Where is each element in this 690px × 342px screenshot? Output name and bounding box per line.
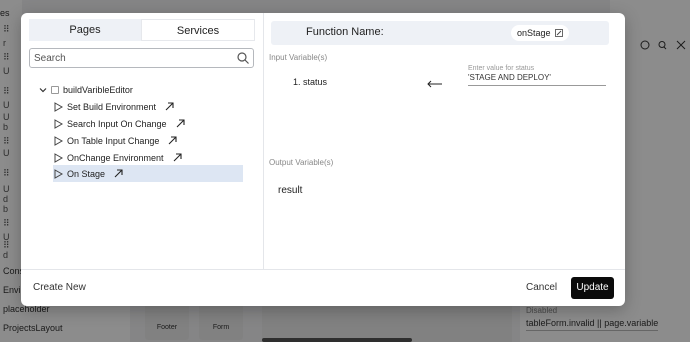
tree-root-label: buildVaribleEditor	[63, 85, 133, 95]
function-selector-modal: Pages Services buildVaribleEditor Set Bu…	[21, 13, 625, 306]
modal-footer: Create New Cancel Update	[21, 269, 625, 306]
cancel-button[interactable]: Cancel	[526, 282, 557, 293]
play-icon	[54, 101, 63, 112]
search-input[interactable]	[34, 50, 229, 66]
function-list-pane: Pages Services buildVaribleEditor Set Bu…	[21, 13, 264, 269]
arrow-up-right-icon[interactable]	[173, 153, 182, 162]
tree-item-label: On Stage	[67, 168, 106, 179]
input-variables-label: Input Variable(s)	[269, 53, 328, 62]
tree-item-label: Set Build Environment	[67, 101, 157, 112]
chevron-down-icon[interactable]	[39, 86, 47, 94]
tree-item-function[interactable]: OnChange Environment	[53, 149, 243, 166]
output-variable-value: result	[278, 185, 303, 196]
arrow-up-right-icon[interactable]	[176, 119, 185, 128]
function-details-pane: Function Name: onStage Input Variable(s)…	[264, 13, 625, 269]
create-new-button[interactable]: Create New	[33, 282, 86, 293]
tree-item-label: On Table Input Change	[67, 135, 160, 146]
input-variable-value-field[interactable]: Enter value for status 'STAGE AND DEPLOY…	[468, 65, 606, 86]
function-name-value: onStage	[517, 28, 551, 38]
play-icon	[54, 152, 63, 163]
search-box	[29, 48, 254, 68]
tab-pages[interactable]: Pages	[29, 19, 141, 41]
input-variable-name: 1. status	[293, 77, 328, 87]
function-name-label: Function Name:	[306, 26, 384, 38]
tree-item-function[interactable]: On Table Input Change	[53, 132, 243, 149]
tree-item-label: Search Input On Change	[67, 118, 167, 129]
module-icon	[51, 86, 59, 94]
tree-item-function-selected[interactable]: On Stage	[53, 165, 243, 182]
tab-services[interactable]: Services	[141, 19, 255, 41]
search-icon[interactable]	[236, 51, 250, 65]
function-name-chip[interactable]: onStage	[511, 25, 569, 41]
tree-item-function[interactable]: Set Build Environment	[53, 98, 243, 115]
tree-item-label: OnChange Environment	[67, 152, 164, 163]
tree-item-function[interactable]: Search Input On Change	[53, 115, 243, 132]
output-variables-label: Output Variable(s)	[269, 158, 334, 167]
play-icon	[54, 118, 63, 129]
arrow-up-right-icon[interactable]	[165, 102, 174, 111]
arrow-up-right-icon[interactable]	[168, 136, 177, 145]
input-variable-value[interactable]: 'STAGE AND DEPLOY'	[468, 72, 606, 86]
tree-root-module[interactable]: buildVaribleEditor	[39, 83, 133, 97]
play-icon	[54, 135, 63, 146]
pane-tabs: Pages Services	[29, 19, 255, 41]
input-variable-hint: Enter value for status	[468, 65, 535, 72]
play-icon	[54, 168, 63, 179]
function-name-header: Function Name: onStage	[271, 21, 609, 45]
update-button[interactable]: Update	[571, 277, 614, 299]
arrow-up-right-icon[interactable]	[114, 169, 123, 178]
arrow-left-icon	[427, 80, 442, 88]
edit-icon[interactable]	[554, 29, 563, 37]
